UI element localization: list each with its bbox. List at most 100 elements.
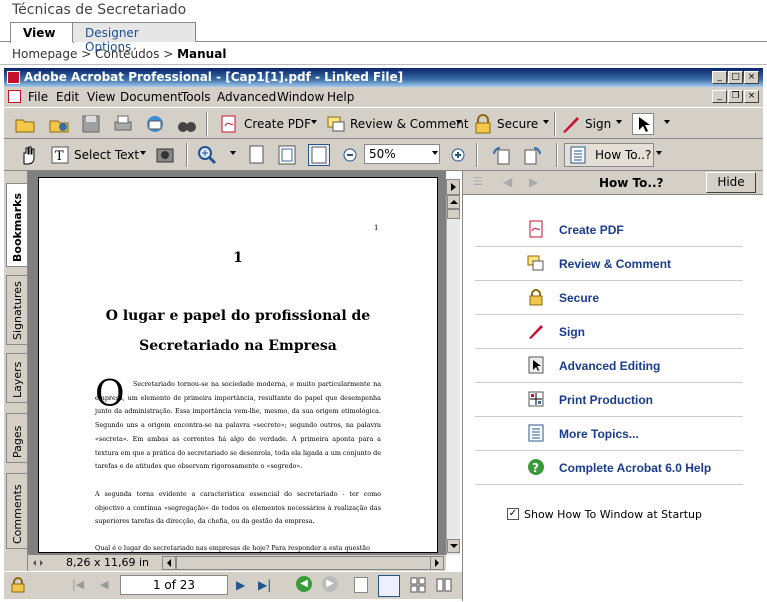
fit-page-icon[interactable] [276, 144, 298, 166]
previous-page-icon[interactable]: ◀ [100, 578, 114, 592]
tab-comments[interactable]: Comments [6, 473, 27, 549]
scroll-left-icon[interactable] [162, 556, 176, 570]
zoom-out-icon[interactable] [342, 144, 358, 166]
breadcrumb-home[interactable]: Homepage [12, 47, 77, 61]
rotate-cw-icon[interactable] [522, 144, 544, 166]
maximize-icon[interactable]: □ [728, 71, 743, 84]
doc-close-icon[interactable]: × [744, 90, 759, 103]
howto-item-print-production[interactable]: Print Production [475, 383, 743, 417]
howto-item-create-pdf[interactable]: Create PDF [475, 213, 743, 247]
howto-back-icon[interactable]: ◀ [503, 175, 512, 189]
chevron-down-icon[interactable] [432, 151, 438, 155]
toolbar-separator [554, 112, 556, 136]
document-icon[interactable] [8, 90, 21, 103]
review-comment-button[interactable]: Review & Comment [350, 117, 469, 131]
open-folder-icon[interactable] [14, 113, 36, 135]
hide-button[interactable]: Hide [706, 172, 756, 193]
create-pdf-button[interactable]: Create PDF [244, 117, 311, 131]
howto-item-complete-help[interactable]: ? Complete Acrobat 6.0 Help [475, 451, 743, 485]
chevron-down-icon[interactable] [664, 120, 670, 124]
tab-designer-options[interactable]: Designer Options [72, 22, 196, 54]
scroll-right-icon[interactable] [430, 556, 444, 570]
menu-file[interactable]: File [28, 90, 48, 104]
select-text-button[interactable]: Select Text [74, 148, 139, 162]
zoom-plus-icon[interactable] [450, 144, 466, 166]
sign-pen-icon[interactable] [560, 113, 582, 135]
search-binoculars-icon[interactable] [176, 113, 198, 135]
continuous-page-icon[interactable] [378, 575, 400, 597]
scroll-down-icon[interactable] [447, 539, 460, 553]
last-page-icon[interactable]: ▶| [258, 578, 271, 592]
page-number-field[interactable]: 1 of 23 [120, 575, 228, 595]
chevron-down-icon[interactable] [616, 120, 622, 124]
howto-item-sign[interactable]: Sign [475, 315, 743, 349]
howto-item-review-comment[interactable]: Review & Comment [475, 247, 743, 281]
menu-advanced[interactable]: Advanced [217, 90, 276, 104]
next-page-icon[interactable]: ▶ [236, 578, 245, 592]
hscroll-thumb[interactable] [176, 556, 432, 570]
create-pdf-icon[interactable] [218, 113, 240, 135]
email-icon[interactable] [144, 113, 166, 135]
continuous-facing-icon[interactable] [436, 577, 452, 593]
chevron-down-icon[interactable] [656, 151, 662, 155]
doc-restore-icon[interactable]: ❐ [728, 90, 743, 103]
select-text-icon[interactable]: T [50, 144, 72, 166]
pane-collapse-arrow-icon[interactable] [446, 179, 460, 195]
menu-tools[interactable]: Tools [181, 90, 211, 104]
hand-tool-icon[interactable] [18, 144, 40, 166]
print-icon[interactable] [112, 113, 134, 135]
select-object-icon[interactable] [632, 113, 654, 135]
tab-signatures[interactable]: Signatures [6, 275, 27, 345]
menu-view[interactable]: View [87, 90, 115, 104]
scroll-up-icon[interactable] [447, 195, 460, 209]
save-icon[interactable] [80, 113, 102, 135]
horizontal-scrollbar[interactable]: 8,26 x 11,69 in [28, 555, 446, 571]
chevron-down-icon[interactable] [456, 120, 462, 124]
more-topics-list-icon [527, 424, 545, 442]
menu-edit[interactable]: Edit [56, 90, 79, 104]
facing-pages-icon[interactable] [410, 577, 426, 593]
snapshot-icon[interactable] [154, 144, 176, 166]
tab-pages[interactable]: Pages [6, 413, 27, 463]
secure-lock-icon[interactable] [472, 113, 494, 135]
minimize-icon[interactable]: _ [712, 71, 727, 84]
howto-item-more-topics[interactable]: More Topics... [475, 417, 743, 451]
menu-window[interactable]: Window [277, 90, 324, 104]
rotate-ccw-icon[interactable] [490, 144, 512, 166]
security-lock-icon[interactable] [10, 577, 26, 593]
sign-button[interactable]: Sign [585, 117, 611, 131]
first-page-icon[interactable]: |◀ [72, 578, 86, 592]
howto-item-advanced-editing[interactable]: Advanced Editing [475, 349, 743, 383]
zoom-level-field[interactable]: 50% [364, 144, 440, 164]
vertical-scrollbar[interactable] [446, 195, 460, 555]
howto-button[interactable]: How To..? [564, 143, 654, 167]
howto-item-label: More Topics... [559, 427, 639, 441]
fit-width-icon[interactable] [308, 144, 330, 166]
howto-home-icon[interactable]: ☰ [473, 175, 487, 189]
secure-button[interactable]: Secure [497, 117, 538, 131]
chevron-down-icon[interactable] [140, 151, 146, 155]
menu-document[interactable]: Document [120, 90, 182, 104]
organizer-icon[interactable] [48, 113, 70, 135]
zoom-in-icon[interactable] [196, 144, 218, 166]
breadcrumb-contents[interactable]: Conteúdos [95, 47, 159, 61]
scroll-thumb[interactable] [447, 209, 460, 219]
chevron-down-icon[interactable] [230, 151, 236, 155]
startup-checkbox[interactable]: ✓ [507, 508, 519, 520]
howto-item-secure[interactable]: Secure [475, 281, 743, 315]
tab-layers[interactable]: Layers [6, 353, 27, 403]
chevron-down-icon[interactable] [543, 120, 549, 124]
howto-forward-icon[interactable]: ▶ [529, 175, 538, 189]
close-icon[interactable]: × [744, 71, 759, 84]
single-page-icon[interactable] [354, 577, 368, 593]
tab-bookmarks[interactable]: Bookmarks [6, 183, 27, 267]
go-back-icon[interactable]: ◀ [296, 576, 312, 592]
actual-size-icon[interactable] [246, 144, 268, 166]
menu-help[interactable]: Help [327, 90, 354, 104]
review-comment-icon[interactable] [325, 113, 347, 135]
go-forward-icon[interactable]: ▶ [322, 576, 338, 592]
doc-minimize-icon[interactable]: _ [712, 90, 727, 103]
chevron-down-icon[interactable] [311, 120, 317, 124]
tab-view[interactable]: View [10, 22, 74, 43]
portal-tab-bar: View Designer Options [0, 22, 767, 54]
